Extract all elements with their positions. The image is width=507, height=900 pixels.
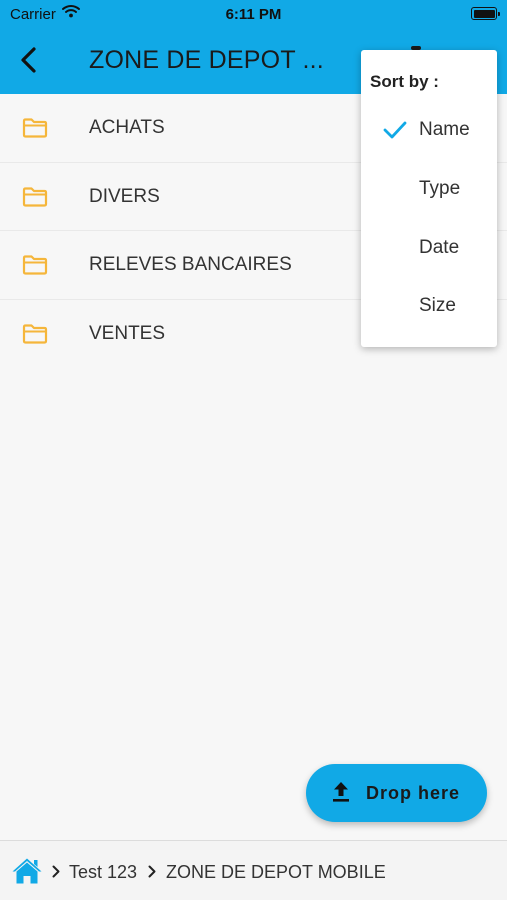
sort-menu: Sort by : Name Type Date Size — [361, 50, 497, 347]
sort-option-label: Date — [419, 237, 460, 258]
upload-icon — [333, 782, 349, 802]
page-title: ZONE DE DEPOT ... — [89, 46, 324, 74]
home-icon[interactable] — [11, 857, 43, 885]
sort-menu-title: Sort by : — [370, 72, 439, 91]
drop-here-label: Drop here — [366, 783, 461, 803]
checkmark-icon — [383, 121, 407, 139]
folder-name: VENTES — [89, 322, 166, 344]
clock: 6:11 PM — [225, 6, 282, 23]
back-arrow-icon[interactable] — [16, 45, 42, 75]
folder-icon — [22, 323, 48, 344]
folder-name: DIVERS — [89, 185, 160, 207]
chevron-right-icon — [52, 865, 60, 878]
drop-here-button[interactable]: Drop here — [306, 764, 487, 822]
sort-option-label: Name — [419, 119, 470, 140]
breadcrumb-item[interactable]: Test 123 — [69, 862, 137, 883]
sort-option-type[interactable]: Type — [361, 166, 497, 216]
sort-option-label: Type — [419, 178, 461, 199]
sort-option-name[interactable]: Name — [361, 107, 497, 157]
folder-name: ACHATS — [89, 117, 165, 138]
sort-option-label: Size — [419, 295, 456, 316]
breadcrumb-item[interactable]: ZONE DE DEPOT MOBILE — [166, 862, 386, 883]
battery-icon — [471, 7, 500, 20]
folder-name: RELEVES BANCAIRES — [89, 254, 292, 275]
sort-option-date[interactable]: Date — [361, 225, 497, 275]
chevron-right-icon — [148, 865, 156, 878]
status-bar: Carrier 6:11 PM — [0, 0, 507, 30]
folder-icon — [22, 186, 48, 207]
folder-icon — [22, 118, 48, 138]
folder-icon — [22, 255, 48, 275]
breadcrumb: Test 123 ZONE DE DEPOT MOBILE — [0, 840, 507, 900]
sort-option-size[interactable]: Size — [361, 283, 497, 333]
